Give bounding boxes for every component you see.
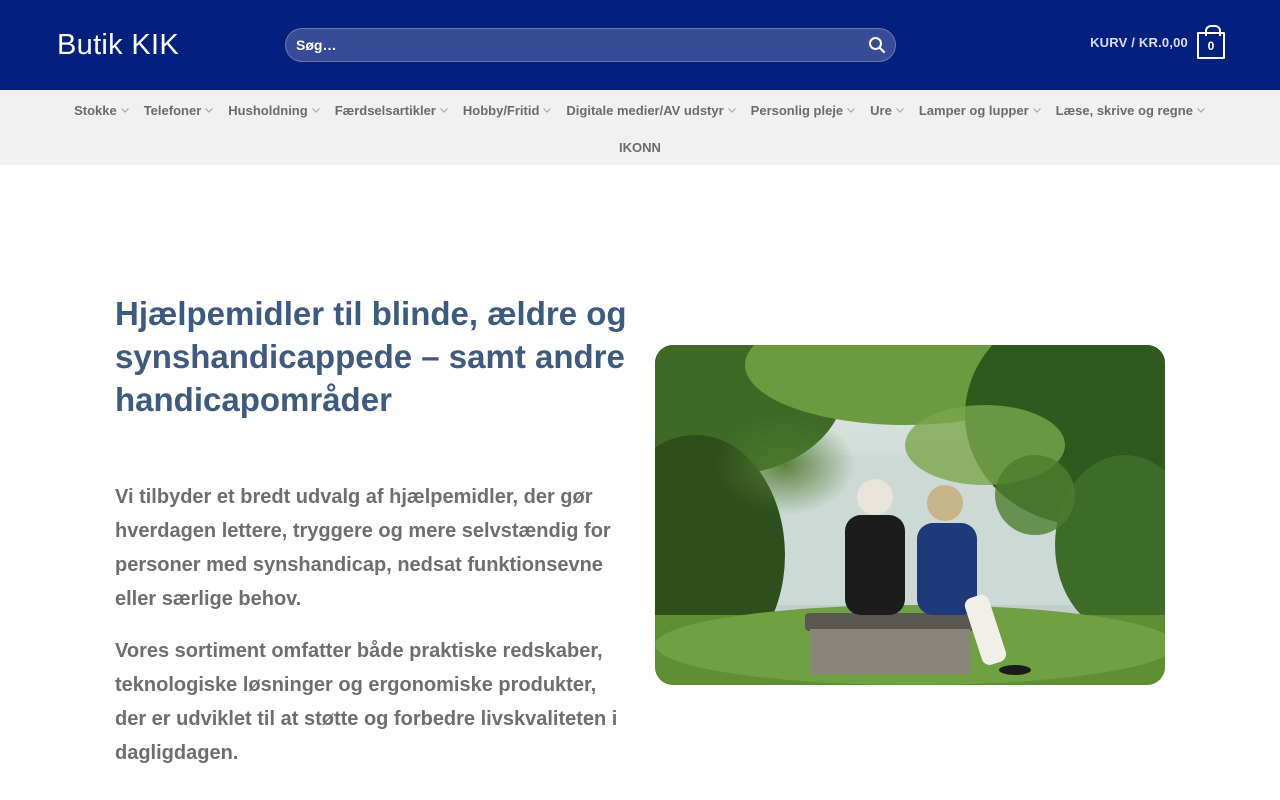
nav-item-ure[interactable]: Ure (870, 103, 905, 118)
chevron-down-icon (847, 108, 856, 113)
nav-item-label: Personlig pleje (750, 102, 844, 118)
nav-item-label: Ure (870, 102, 892, 118)
nav-item-stokke[interactable]: Stokke (74, 103, 130, 118)
nav-row-secondary: IKONN (0, 130, 1280, 164)
nav-item-label: Lamper og lupper (918, 102, 1029, 118)
chevron-down-icon (120, 108, 129, 113)
nav-item-digitale-medier-av-udstyr[interactable]: Digitale medier/AV udstyr (566, 103, 736, 118)
nav-item-label: Telefoner (143, 102, 202, 118)
cart-count: 0 (1207, 38, 1215, 53)
nav-item-færdselsartikler[interactable]: Færdselsartikler (335, 103, 449, 118)
cart-link[interactable]: KURV / KR.0,00 0 (1090, 25, 1225, 59)
nav-item-label: Færdselsartikler (334, 102, 436, 118)
chevron-down-icon (205, 108, 214, 113)
cart-bag-icon: 0 (1197, 25, 1225, 59)
main-navigation: Stokke Telefoner Husholdning Færdselsartikl… (0, 90, 1280, 165)
nav-item-label: Husholdning (228, 102, 308, 118)
nav-item-label: Stokke (74, 102, 117, 118)
page-title: Hjælpemidler til blinde, ældre og synsha… (115, 295, 627, 418)
chevron-down-icon (1196, 108, 1205, 113)
chevron-down-icon (311, 108, 320, 113)
chevron-down-icon (1032, 108, 1041, 113)
search-bar (285, 28, 896, 62)
nav-item-ikonn[interactable]: IKONN (619, 140, 661, 155)
nav-item-telefoner[interactable]: Telefoner (144, 103, 215, 118)
nav-item-lamper-og-lupper[interactable]: Lamper og lupper (919, 103, 1042, 118)
nav-item-label: Digitale medier/AV udstyr (566, 102, 724, 118)
site-header: Butik KIK KURV / KR.0,00 0 (0, 0, 1280, 90)
nav-row: Stokke Telefoner Husholdning Færdselsartikl… (0, 90, 1280, 130)
search-input[interactable] (296, 29, 856, 61)
nav-item-læse-skrive-og-regne[interactable]: Læse, skrive og regne (1056, 103, 1206, 118)
search-icon[interactable] (867, 35, 887, 55)
cart-label: KURV / KR.0,00 (1090, 35, 1188, 50)
chevron-down-icon (895, 108, 904, 113)
assortment-paragraph: Vores sortiment omfatter både praktiske … (115, 640, 618, 764)
chevron-down-icon (543, 108, 552, 113)
chevron-down-icon (727, 108, 736, 113)
nav-item-label: Hobby/Fritid (462, 102, 540, 118)
hero-photo (655, 345, 1165, 685)
nav-item-personlig-pleje[interactable]: Personlig pleje (751, 103, 856, 118)
nav-item-label: Læse, skrive og regne (1055, 102, 1193, 118)
site-logo[interactable]: Butik KIK (57, 28, 179, 62)
intro-paragraph: Vi tilbyder et bredt udvalg af hjælpemid… (115, 486, 611, 610)
nav-item-hobby-fritid[interactable]: Hobby/Fritid (463, 103, 553, 118)
chevron-down-icon (439, 108, 448, 113)
nav-item-husholdning[interactable]: Husholdning (228, 103, 320, 118)
